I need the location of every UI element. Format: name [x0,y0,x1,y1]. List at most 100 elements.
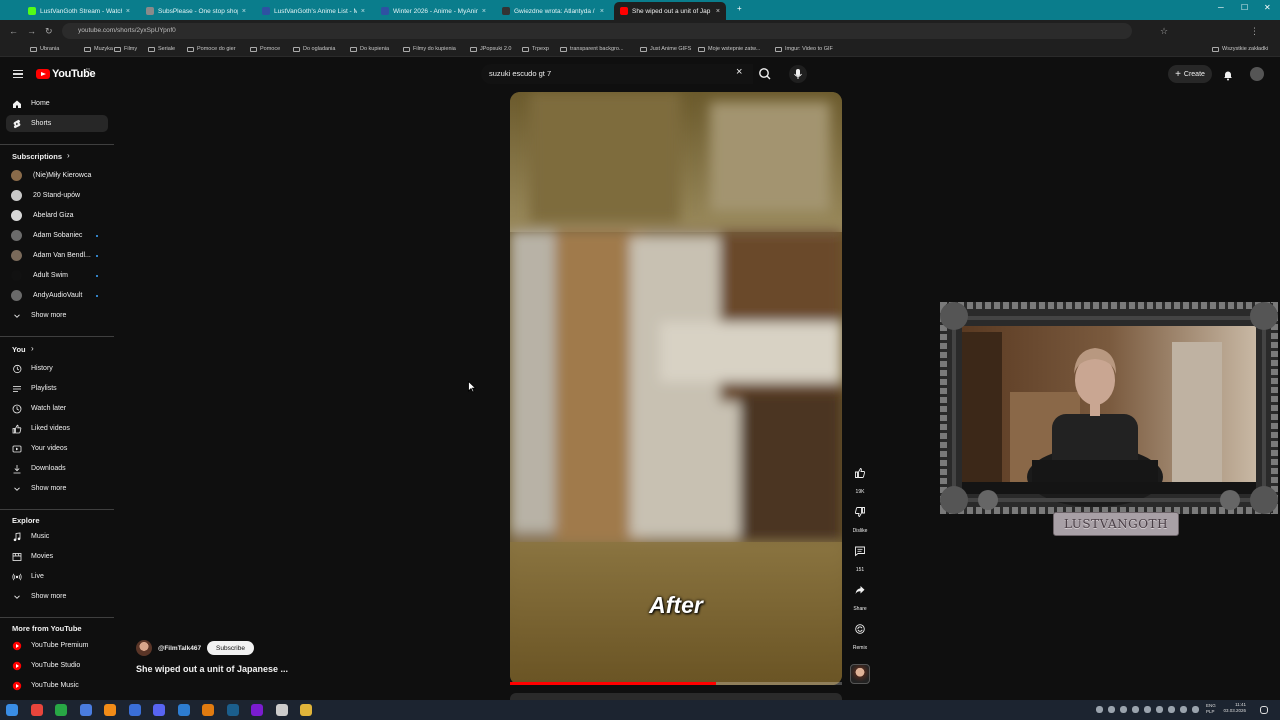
bookmark-item[interactable]: Wszystkie zakładki [1212,46,1268,52]
tray-icon[interactable] [1156,706,1163,713]
sidebar-item[interactable]: YouTube Music [6,677,108,694]
windows-start-icon[interactable] [6,704,18,716]
notifications-bell-icon[interactable] [1222,68,1234,86]
browser-tab[interactable]: LustVanGoth's Anime List - My × [256,2,371,20]
bookmark-item[interactable]: transparent backgro... [560,46,624,52]
bookmark-item[interactable]: Filmy do kupienia [403,46,456,52]
tab-close-icon[interactable]: × [482,8,486,15]
create-button[interactable]: + Create [1168,65,1212,83]
bookmark-item[interactable]: Pomoce [250,46,280,52]
terminal-icon[interactable] [55,704,67,716]
comments-action[interactable]: 151 [848,542,872,573]
close-window-icon[interactable]: ✕ [1264,3,1271,12]
tray-icon[interactable] [1144,706,1151,713]
bookmark-item[interactable]: Do kupienia [350,46,389,52]
subscribe-button[interactable]: Subscribe [207,641,254,655]
you-heading[interactable]: You [12,345,26,354]
sidebar-item[interactable]: History [6,360,108,377]
tab-close-icon[interactable]: × [361,8,365,15]
discord-icon[interactable] [153,704,165,716]
chrome-icon[interactable] [31,704,43,716]
subscription-item[interactable]: Adam Van Bendl... [6,247,108,264]
notifications-icon[interactable] [1260,706,1268,714]
forward-icon[interactable]: → [27,26,36,36]
clock[interactable]: 11:41 03.03.2026 [1223,702,1246,714]
sidebar-item[interactable]: Music [6,528,108,545]
next-short-peek[interactable] [510,693,842,700]
voice-search-button[interactable] [789,65,807,83]
steam-icon[interactable] [227,704,239,716]
sidebar-item[interactable]: Show more [6,307,108,324]
browser-tab[interactable]: She wiped out a unit of Jap × [614,2,726,20]
url-field[interactable]: youtube.com/shorts/2yxSpUYpnf0 [62,23,1132,39]
account-avatar[interactable] [1250,67,1264,81]
reload-icon[interactable]: ↻ [45,26,53,37]
remix-action[interactable]: Remix [848,620,872,651]
sidebar-item[interactable]: Show more [6,588,108,605]
tab-close-icon[interactable]: × [242,8,246,15]
files-icon[interactable] [300,704,312,716]
short-title[interactable]: She wiped out a unit of Japanese ... [136,664,288,674]
subscription-item[interactable]: AndyAudioVault [6,287,108,304]
dislike-action[interactable]: Dislike [848,503,872,534]
hamburger-menu-icon[interactable] [13,70,23,78]
bookmark-item[interactable]: Moje wstepnie zatw... [698,46,760,52]
sidebar-item[interactable]: Shorts [6,115,108,132]
sidebar-item[interactable]: Home [6,95,108,112]
tray-icon[interactable] [1096,706,1103,713]
tab-close-icon[interactable]: × [126,8,130,15]
bookmark-star-icon[interactable]: ☆ [1160,26,1168,37]
bookmark-item[interactable]: Trpexp [522,46,549,52]
subscription-item[interactable]: 20 Stand-upów [6,187,108,204]
search-input[interactable]: suzuki escudo gt 7 [489,69,551,78]
tray-icon[interactable] [1168,706,1175,713]
tab-close-icon[interactable]: × [716,8,720,15]
obs-icon[interactable] [251,704,263,716]
subscription-item[interactable]: (Nie)Miły Kierowca [6,167,108,184]
like-action[interactable]: 19K [848,464,872,495]
bookmark-item[interactable]: Filmy [114,46,137,52]
clear-search-icon[interactable]: × [736,66,742,78]
browser-menu-icon[interactable]: ⋮ [1250,26,1259,37]
youtube-logo-icon[interactable] [36,69,50,79]
bookmark-item[interactable]: Muzyka [84,46,113,52]
bookmark-item[interactable]: Just Anime GIFS [640,46,691,52]
media-icon[interactable] [276,704,288,716]
video-progress-bar[interactable] [510,682,842,685]
share-action[interactable]: Share [848,581,872,612]
browser-tab[interactable]: LustVanGoth Stream - Watch L × [22,2,136,20]
store-icon[interactable] [178,704,190,716]
tray-icon[interactable] [1108,706,1115,713]
minimize-icon[interactable]: ─ [1218,3,1224,12]
tab-close-icon[interactable]: × [600,8,604,15]
search-button[interactable] [753,64,777,84]
tray-icon[interactable] [1192,706,1199,713]
bookmark-item[interactable]: Seriale [148,46,175,52]
maximize-icon[interactable]: ☐ [1241,3,1248,12]
browser-tab[interactable]: Winter 2026 - Anime - MyAnim × [375,2,492,20]
sidebar-item[interactable]: Playlists [6,380,108,397]
vlc-icon[interactable] [104,704,116,716]
tool-icon[interactable] [202,704,214,716]
tray-icon[interactable] [1120,706,1127,713]
browser-icon[interactable] [80,704,92,716]
more-from-youtube-heading[interactable]: More from YouTube [12,624,82,633]
sidebar-item[interactable]: Watch later [6,400,108,417]
bookmark-item[interactable]: Ubrania [30,46,59,52]
subscription-item[interactable]: Abelard Giza [6,207,108,224]
sidebar-item[interactable]: Movies [6,548,108,565]
sidebar-item[interactable]: Your videos [6,440,108,457]
sidebar-item[interactable]: YouTube Studio [6,657,108,674]
back-icon[interactable]: ← [9,26,18,36]
browser-tab[interactable]: Gwiezdne wrota: Atlantyda / St × [496,2,610,20]
channel-name[interactable]: @FilmTalk467 [158,645,201,652]
bookmark-item[interactable]: Do ogladania [293,46,335,52]
channel-avatar[interactable] [136,640,152,656]
sidebar-item[interactable]: Show more [6,480,108,497]
sidebar-item[interactable]: Liked videos [6,420,108,437]
app-icon[interactable] [129,704,141,716]
input-language[interactable]: ENG PLP [1206,703,1216,715]
bookmark-item[interactable]: Pomoce do gier [187,46,236,52]
explore-heading[interactable]: Explore [12,516,40,525]
subscriptions-heading[interactable]: Subscriptions [12,152,62,161]
